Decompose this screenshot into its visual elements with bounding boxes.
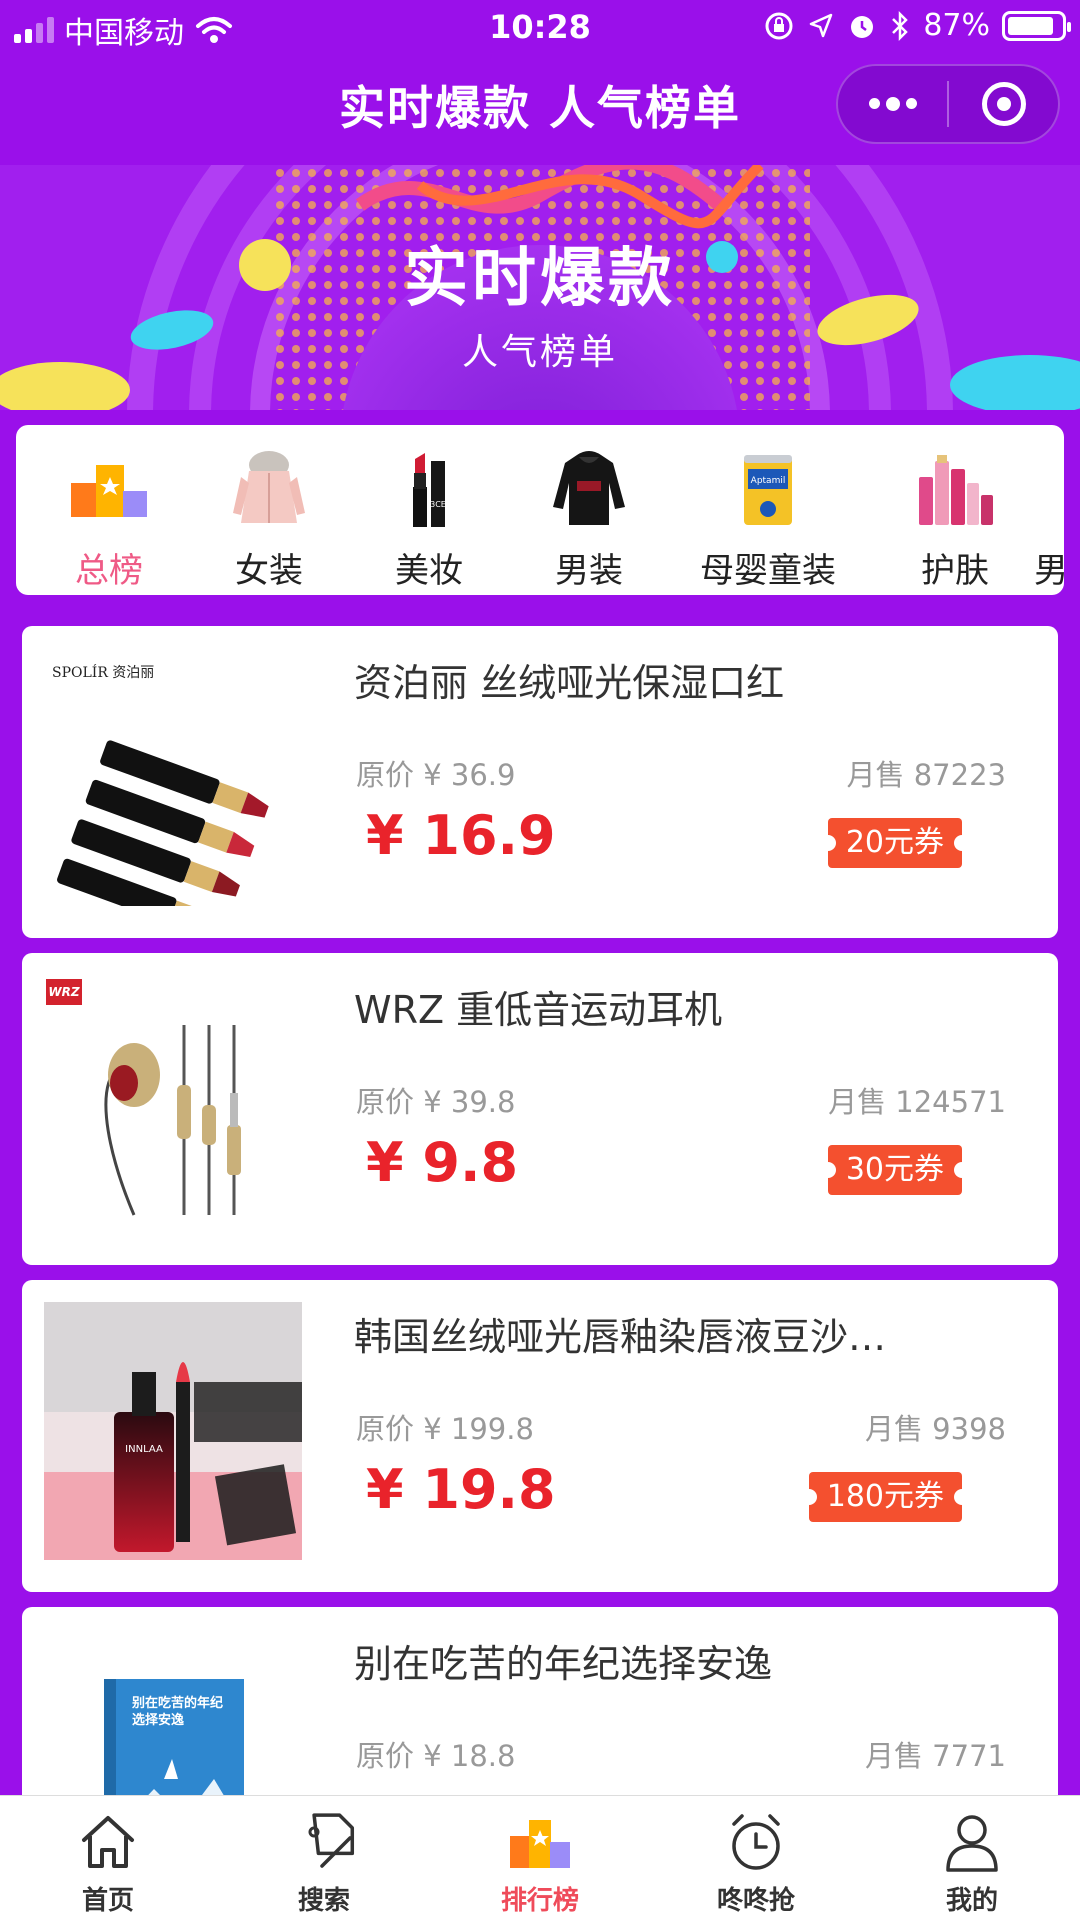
status-right: 87% <box>763 8 1071 43</box>
monthly-sales: 月售 87223 <box>846 758 1006 792</box>
category-label: 男装 <box>555 551 623 591</box>
category-label: 护肤 <box>921 551 989 591</box>
product-image: WRZ <box>44 975 302 1233</box>
category-baby[interactable]: Aptamil 母婴童装 <box>678 425 858 595</box>
tab-label: 首页 <box>81 1886 134 1916</box>
product-title: 别在吃苦的年纪选择安逸 <box>354 1642 773 1686</box>
banner-subtitle: 人气榜单 <box>461 332 618 373</box>
formula-can-icon: Aptamil <box>744 455 792 525</box>
category-mens[interactable]: 男装 <box>514 425 664 595</box>
bottom-tab-bar: 首页 搜索 排行榜 咚咚抢 我的 <box>0 1795 1080 1920</box>
category-label: 女装 <box>235 551 303 591</box>
womens-coat-icon <box>233 451 305 523</box>
earphones-image <box>44 975 302 1233</box>
ranking-podium-icon <box>510 1820 570 1868</box>
product-title: WRZ 重低音运动耳机 <box>354 988 723 1032</box>
ranking-podium-icon <box>71 465 147 517</box>
alarm-icon <box>851 15 874 38</box>
home-icon <box>82 1816 134 1868</box>
tab-flash-sale[interactable]: 咚咚抢 <box>648 1796 864 1920</box>
original-price: 原价 ¥ 39.8 <box>356 1085 516 1119</box>
brand-logo: SPOLÍR 资泊丽 <box>52 665 155 681</box>
original-price: 原价 ¥ 199.8 <box>356 1412 534 1446</box>
original-price: 原价 ¥ 36.9 <box>356 758 516 792</box>
category-label: 母婴童装 <box>700 551 836 591</box>
monthly-sales: 月售 124571 <box>828 1085 1006 1119</box>
monthly-sales: 月售 7771 <box>864 1739 1006 1773</box>
sale-price: ¥ 19.8 <box>366 1458 556 1521</box>
tab-ranking[interactable]: 排行榜 <box>432 1796 648 1920</box>
product-title: 资泊丽 丝绒哑光保湿口红 <box>354 661 785 705</box>
tab-label: 我的 <box>945 1886 998 1916</box>
category-strip: 总榜 女装 3CE 美妆 男装 Aptamil 母婴童装 护肤 男 <box>16 425 1064 595</box>
original-price: 原价 ¥ 18.8 <box>356 1739 516 1773</box>
category-label: 美妆 <box>395 551 463 591</box>
product-card[interactable]: WRZ WRZ 重低音运动耳机 原价 ¥ 39.8 月售 124571 ¥ 9.… <box>22 953 1058 1265</box>
lipstick-set-image <box>44 648 302 906</box>
tab-label: 咚咚抢 <box>716 1886 795 1916</box>
battery-percent: 87% <box>923 8 990 43</box>
rotation-lock-icon <box>765 12 793 39</box>
coupon-badge[interactable]: 20元券 <box>819 818 971 868</box>
status-bar: 中国移动 10:28 87% <box>0 0 1080 54</box>
category-makeup[interactable]: 3CE 美妆 <box>354 425 504 595</box>
target-circle-icon <box>981 82 1026 126</box>
more-button[interactable] <box>838 66 947 142</box>
product-image: INNLAA <box>44 1302 302 1560</box>
tab-home[interactable]: 首页 <box>0 1796 216 1920</box>
product-card[interactable]: SPOLÍR 资泊丽 资泊丽 丝绒哑光保湿口红 原价 ¥ 36.9 月售 872… <box>22 626 1058 938</box>
skincare-bottles-icon <box>919 455 993 525</box>
tag-icon <box>308 1813 355 1868</box>
category-all[interactable]: 总榜 <box>34 425 184 595</box>
coupon-badge[interactable]: 180元券 <box>800 1472 971 1522</box>
coupon-badge[interactable]: 30元券 <box>819 1145 971 1195</box>
svg-text:3CE: 3CE <box>430 500 446 509</box>
hoodie-icon <box>553 451 625 525</box>
sale-price: ¥ 9.8 <box>366 1131 519 1194</box>
tab-search[interactable]: 搜索 <box>216 1796 432 1920</box>
alarm-clock-icon <box>732 1814 780 1870</box>
sale-price: ¥ 16.9 <box>366 804 556 867</box>
lip-glaze-image: INNLAA <box>44 1302 302 1560</box>
category-more[interactable]: 男 <box>1034 425 1064 595</box>
svg-text:Aptamil: Aptamil <box>751 476 786 486</box>
brand-logo: WRZ <box>46 979 82 1005</box>
product-title: 韩国丝绒哑光唇釉染唇液豆沙… <box>354 1315 887 1359</box>
close-button[interactable] <box>949 66 1058 142</box>
bluetooth-icon <box>892 10 909 41</box>
category-label: 总榜 <box>75 551 143 591</box>
brand-logo: INNLAA <box>125 1444 163 1455</box>
tab-label: 搜索 <box>297 1886 350 1916</box>
lipstick-icon: 3CE <box>413 453 446 527</box>
category-womens[interactable]: 女装 <box>194 425 344 595</box>
more-dots-icon <box>868 96 917 111</box>
banner[interactable]: 实时爆款 人气榜单 <box>0 165 1080 410</box>
banner-title: 实时爆款 <box>404 242 676 316</box>
tab-label: 排行榜 <box>500 1886 579 1916</box>
tab-profile[interactable]: 我的 <box>864 1796 1080 1920</box>
location-arrow-icon <box>810 13 833 37</box>
category-label: 男 <box>1034 551 1064 591</box>
category-skincare[interactable]: 护肤 <box>880 425 1030 595</box>
battery-icon <box>1002 10 1071 41</box>
monthly-sales: 月售 9398 <box>864 1412 1006 1446</box>
product-card[interactable]: INNLAA 韩国丝绒哑光唇釉染唇液豆沙… 原价 ¥ 199.8 月售 9398… <box>22 1280 1058 1592</box>
book-cover-title: 别在吃苦的年纪选择安逸 <box>132 1696 224 1728</box>
battery-level <box>1008 16 1054 35</box>
mini-program-capsule <box>836 64 1060 144</box>
user-icon <box>946 1815 998 1872</box>
product-image: SPOLÍR 资泊丽 <box>44 648 302 906</box>
